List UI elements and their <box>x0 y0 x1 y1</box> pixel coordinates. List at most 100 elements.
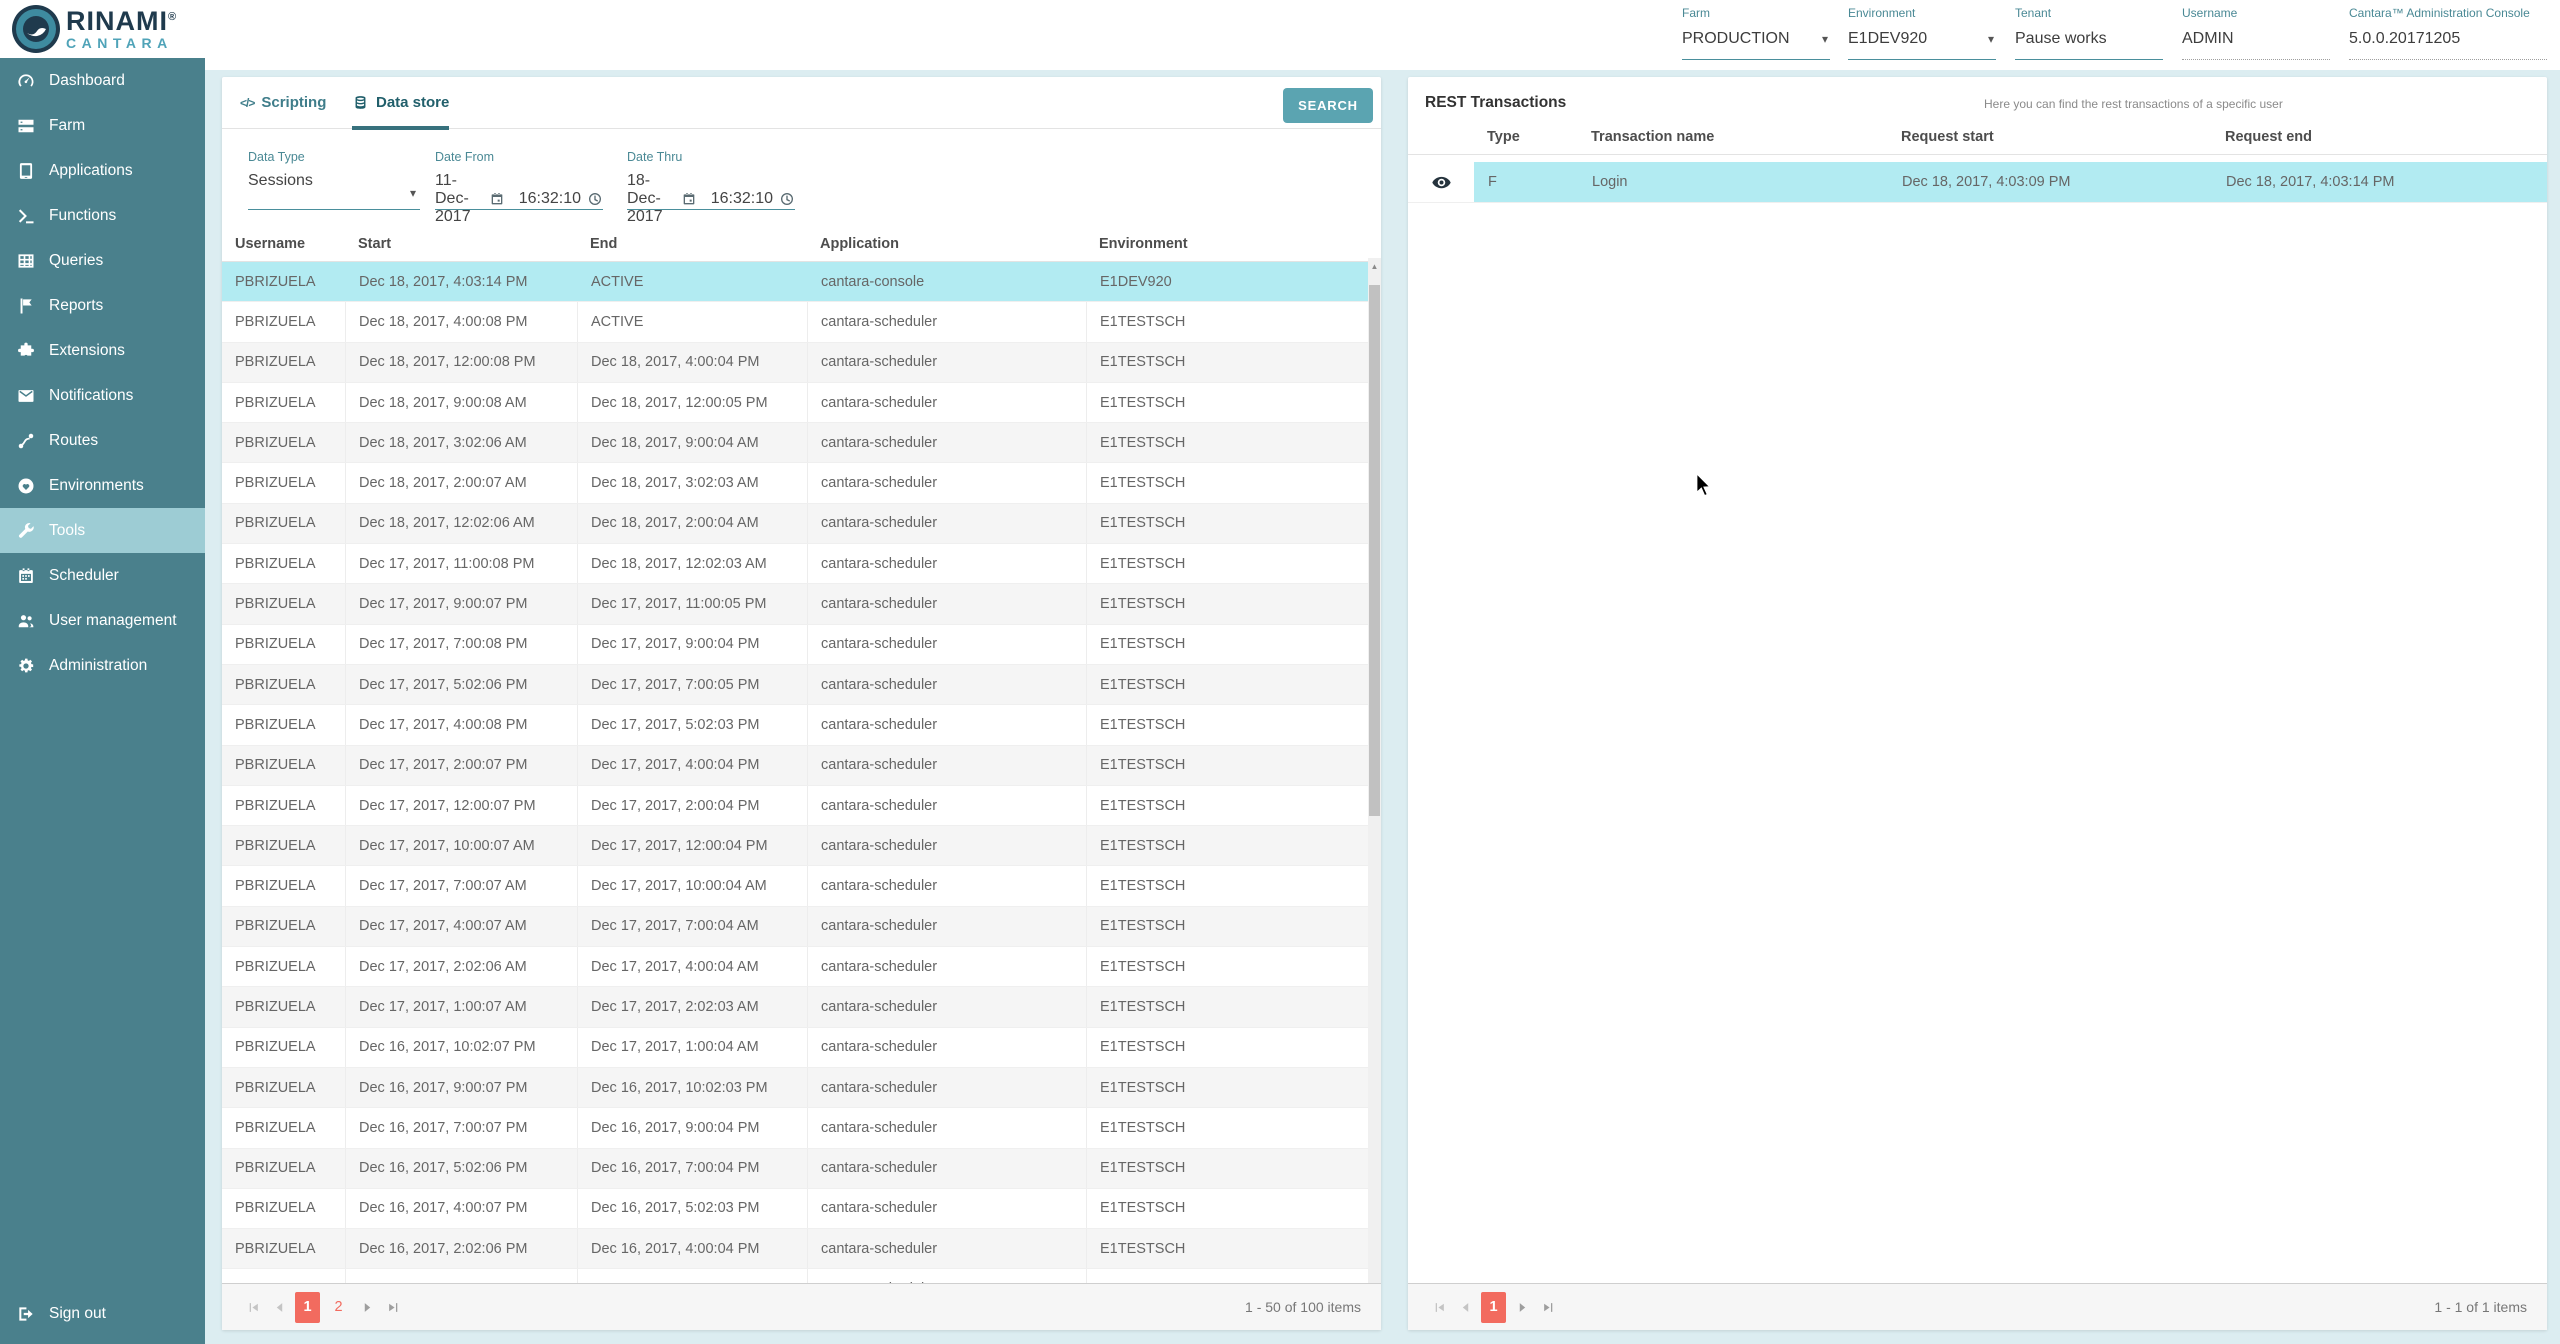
scrollbar-thumb[interactable] <box>1369 285 1380 816</box>
sidebar-item-user-management[interactable]: User management <box>0 598 205 643</box>
session-row[interactable]: PBRIZUELADec 17, 2017, 5:02:06 PMDec 17,… <box>222 665 1368 705</box>
session-row[interactable]: PBRIZUELADec 16, 2017, 2:02:06 PMDec 16,… <box>222 1229 1368 1269</box>
session-row[interactable]: PBRIZUELADec 18, 2017, 12:02:06 AMDec 18… <box>222 504 1368 544</box>
session-row[interactable]: PBRIZUELADec 17, 2017, 11:00:08 PMDec 18… <box>222 544 1368 584</box>
page-button-1[interactable]: 1 <box>1481 1292 1506 1323</box>
calendar-icon[interactable] <box>681 191 697 207</box>
column-header-application[interactable]: Application <box>807 227 1086 261</box>
sidebar-item-environments[interactable]: Environments <box>0 463 205 508</box>
session-row[interactable]: PBRIZUELADec 18, 2017, 3:02:06 AMDec 18,… <box>222 423 1368 463</box>
column-header-end[interactable]: End <box>577 227 807 261</box>
session-row[interactable]: PBRIZUELADec 16, 2017, 9:00:07 PMDec 16,… <box>222 1068 1368 1108</box>
session-row[interactable]: PBRIZUELADec 18, 2017, 9:00:08 AMDec 18,… <box>222 383 1368 423</box>
go-first-button[interactable] <box>240 1294 266 1320</box>
sidebar-item-routes[interactable]: Routes <box>0 418 205 463</box>
sidebar-item-applications[interactable]: Applications <box>0 148 205 193</box>
session-row[interactable]: PBRIZUELADec 17, 2017, 2:02:06 AMDec 17,… <box>222 947 1368 987</box>
cell: cantara-scheduler <box>807 1028 1086 1067</box>
session-row[interactable]: PBRIZUELADec 18, 2017, 4:00:08 PMACTIVEc… <box>222 302 1368 342</box>
session-row[interactable]: PBRIZUELADec 16, 2017, 4:00:07 PMDec 16,… <box>222 1189 1368 1229</box>
session-row[interactable]: PBRIZUELADec 18, 2017, 12:00:08 PMDec 18… <box>222 343 1368 383</box>
cell: cantara-scheduler <box>807 544 1086 583</box>
session-row[interactable]: PBRIZUELADec 16, 2017, 1:00:07 PMDec 16,… <box>222 1269 1368 1284</box>
eye-icon[interactable] <box>1408 162 1474 202</box>
cell: cantara-scheduler <box>807 1189 1086 1228</box>
tab-scripting[interactable]: </> Scripting <box>240 77 326 128</box>
farm-select[interactable]: Farm PRODUCTION ▾ <box>1682 6 1830 62</box>
cell: Dec 17, 2017, 12:00:04 PM <box>577 826 807 865</box>
date-thru-field[interactable]: Date Thru 18-Dec-2017 16:32:10 <box>627 150 795 210</box>
go-next-button[interactable] <box>1509 1294 1535 1320</box>
session-row[interactable]: PBRIZUELADec 17, 2017, 7:00:08 PMDec 17,… <box>222 625 1368 665</box>
session-row[interactable]: PBRIZUELADec 16, 2017, 5:02:06 PMDec 16,… <box>222 1149 1368 1189</box>
date-from-field[interactable]: Date From 11-Dec-2017 16:32:10 <box>435 150 603 210</box>
sidebar-item-functions[interactable]: Functions <box>0 193 205 238</box>
data-type-select[interactable]: Data Type Sessions ▾ <box>248 150 420 210</box>
cell: E1TESTSCH <box>1086 544 1368 583</box>
sidebar-item-administration[interactable]: Administration <box>0 643 205 688</box>
sidebar-item-extensions[interactable]: Extensions <box>0 328 205 373</box>
clock-icon[interactable] <box>779 191 795 207</box>
cell: Dec 17, 2017, 12:00:07 PM <box>345 786 577 825</box>
calendar-icon[interactable] <box>489 191 505 207</box>
field-underline <box>1848 59 1996 60</box>
go-previous-button[interactable] <box>1452 1294 1478 1320</box>
tenant-field[interactable]: Tenant Pause works <box>2015 6 2163 62</box>
column-header-start[interactable]: Start <box>345 227 577 261</box>
column-header-request-start[interactable]: Request start <box>1888 120 2212 154</box>
session-row[interactable]: PBRIZUELADec 17, 2017, 4:00:07 AMDec 17,… <box>222 907 1368 947</box>
column-header-environment[interactable]: Environment <box>1086 227 1381 261</box>
sidebar-item-queries[interactable]: Queries <box>0 238 205 283</box>
column-header-type[interactable]: Type <box>1474 120 1578 154</box>
sidebar-item-reports[interactable]: Reports <box>0 283 205 328</box>
sidebar-item-label: Tools <box>49 522 85 540</box>
tenant-label: Tenant <box>2015 6 2163 20</box>
session-row[interactable]: PBRIZUELADec 16, 2017, 7:00:07 PMDec 16,… <box>222 1108 1368 1148</box>
sidebar-item-sign-out[interactable]: Sign out <box>0 1291 205 1336</box>
search-button[interactable]: SEARCH <box>1283 88 1373 123</box>
scroll-up-button[interactable]: ▲ <box>1368 258 1381 275</box>
sidebar-item-dashboard[interactable]: Dashboard <box>0 58 205 103</box>
session-row[interactable]: PBRIZUELADec 17, 2017, 1:00:07 AMDec 17,… <box>222 987 1368 1027</box>
cell: cantara-scheduler <box>807 584 1086 623</box>
cell: E1TESTSCH <box>1086 463 1368 502</box>
session-row[interactable]: PBRIZUELADec 17, 2017, 2:00:07 PMDec 17,… <box>222 746 1368 786</box>
session-row[interactable]: PBRIZUELADec 17, 2017, 4:00:08 PMDec 17,… <box>222 705 1368 745</box>
brand-subname: CANTARA <box>66 35 177 51</box>
tab-data-store-label: Data store <box>376 94 449 111</box>
sidebar-item-label: Reports <box>49 297 103 315</box>
session-row[interactable]: PBRIZUELADec 17, 2017, 12:00:07 PMDec 17… <box>222 786 1368 826</box>
sidebar-item-tools[interactable]: Tools <box>0 508 205 553</box>
go-last-button[interactable] <box>1535 1294 1561 1320</box>
tab-data-store[interactable]: Data store <box>352 77 449 128</box>
database-icon <box>352 94 369 111</box>
page-button-1[interactable]: 1 <box>295 1292 320 1323</box>
column-header-username[interactable]: Username <box>222 227 345 261</box>
clock-icon[interactable] <box>587 191 603 207</box>
go-last-button[interactable] <box>380 1294 406 1320</box>
cell: PBRIZUELA <box>222 947 345 986</box>
go-next-button[interactable] <box>354 1294 380 1320</box>
environment-select[interactable]: Environment E1DEV920 ▾ <box>1848 6 1996 62</box>
session-row[interactable]: PBRIZUELADec 18, 2017, 4:03:14 PMACTIVEc… <box>222 262 1368 302</box>
data-store-panel: </> Scripting Data store SEARCH Data Typ… <box>222 77 1381 1330</box>
sidebar-item-farm[interactable]: Farm <box>0 103 205 148</box>
session-row[interactable]: PBRIZUELADec 17, 2017, 7:00:07 AMDec 17,… <box>222 866 1368 906</box>
session-row[interactable]: PBRIZUELADec 18, 2017, 2:00:07 AMDec 18,… <box>222 463 1368 503</box>
cell: Dec 16, 2017, 10:02:07 PM <box>345 1028 577 1067</box>
vertical-scrollbar[interactable]: ▲ <box>1368 258 1381 1284</box>
column-header-request-end[interactable]: Request end <box>2212 120 2547 154</box>
session-row[interactable]: PBRIZUELADec 17, 2017, 10:00:07 AMDec 17… <box>222 826 1368 866</box>
session-row[interactable]: PBRIZUELADec 17, 2017, 9:00:07 PMDec 17,… <box>222 584 1368 624</box>
globe-icon <box>15 475 37 497</box>
cell: PBRIZUELA <box>222 262 345 301</box>
go-first-button[interactable] <box>1426 1294 1452 1320</box>
page-button-2[interactable]: 2 <box>326 1292 351 1323</box>
transaction-row[interactable]: FLoginDec 18, 2017, 4:03:09 PMDec 18, 20… <box>1408 162 2547 203</box>
sidebar-item-scheduler[interactable]: Scheduler <box>0 553 205 598</box>
column-header-transaction-name[interactable]: Transaction name <box>1578 120 1888 154</box>
session-row[interactable]: PBRIZUELADec 16, 2017, 10:02:07 PMDec 17… <box>222 1028 1368 1068</box>
go-previous-button[interactable] <box>266 1294 292 1320</box>
cell: E1TESTSCH <box>1086 1028 1368 1067</box>
sidebar-item-notifications[interactable]: Notifications <box>0 373 205 418</box>
